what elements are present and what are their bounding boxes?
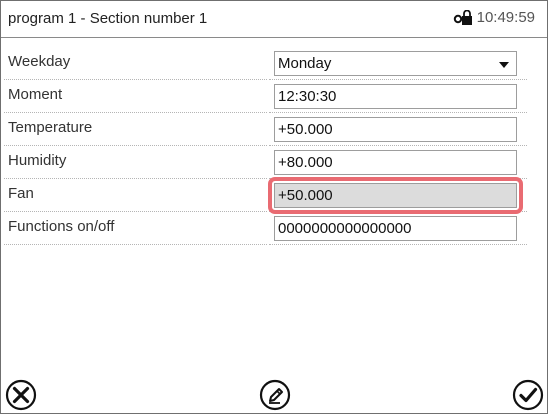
- row-divider: [269, 244, 527, 245]
- lock-key-icon: [453, 9, 473, 26]
- moment-value: 12:30:30: [278, 88, 337, 105]
- edit-pencil-icon: [259, 379, 291, 411]
- row-divider: [4, 145, 267, 146]
- temperature-label: Temperature: [8, 119, 93, 136]
- row-divider: [269, 112, 527, 113]
- moment-field[interactable]: 12:30:30: [274, 84, 517, 109]
- fan-label: Fan: [8, 185, 34, 202]
- row-functions: Functions on/off 0000000000000000: [1, 214, 547, 246]
- edit-button[interactable]: [258, 378, 292, 412]
- functions-label: Functions on/off: [8, 218, 115, 235]
- row-moment: Moment 12:30:30: [1, 82, 547, 114]
- row-divider: [269, 79, 527, 80]
- temperature-field[interactable]: +50.000: [274, 117, 517, 142]
- functions-field[interactable]: 0000000000000000: [274, 216, 517, 241]
- program-section-screen: program 1 - Section number 1 10:49:59 We…: [0, 0, 548, 414]
- row-divider: [4, 79, 267, 80]
- humidity-value: +80.000: [278, 154, 333, 171]
- bottom-toolbar: [1, 375, 547, 413]
- humidity-field[interactable]: +80.000: [274, 150, 517, 175]
- row-weekday: Weekday Monday: [1, 49, 547, 81]
- moment-label: Moment: [8, 86, 63, 103]
- status-area: 10:49:59: [453, 9, 535, 26]
- weekday-dropdown[interactable]: Monday: [274, 51, 517, 76]
- row-divider: [4, 211, 267, 212]
- temperature-value: +50.000: [278, 121, 333, 138]
- row-divider: [4, 178, 267, 179]
- close-circle-icon: [5, 379, 37, 411]
- row-fan: Fan +50.000: [1, 177, 547, 214]
- header-bar: program 1 - Section number 1 10:49:59: [1, 1, 547, 38]
- humidity-label: Humidity: [8, 152, 67, 169]
- checkmark-circle-icon: [512, 379, 544, 411]
- row-divider: [4, 244, 267, 245]
- weekday-label: Weekday: [8, 53, 71, 70]
- page-title: program 1 - Section number 1: [8, 10, 208, 27]
- row-humidity: Humidity +80.000: [1, 148, 547, 180]
- weekday-value: Monday: [278, 55, 332, 72]
- functions-value: 0000000000000000: [278, 220, 412, 237]
- row-divider: [269, 145, 527, 146]
- clock-time: 10:49:59: [476, 9, 535, 26]
- row-temperature: Temperature +50.000: [1, 115, 547, 147]
- fan-value: +50.000: [278, 187, 333, 204]
- chevron-down-icon: [499, 62, 509, 68]
- fan-field[interactable]: +50.000: [274, 183, 517, 208]
- cancel-button[interactable]: [4, 378, 38, 412]
- row-divider: [4, 112, 267, 113]
- confirm-button[interactable]: [511, 378, 545, 412]
